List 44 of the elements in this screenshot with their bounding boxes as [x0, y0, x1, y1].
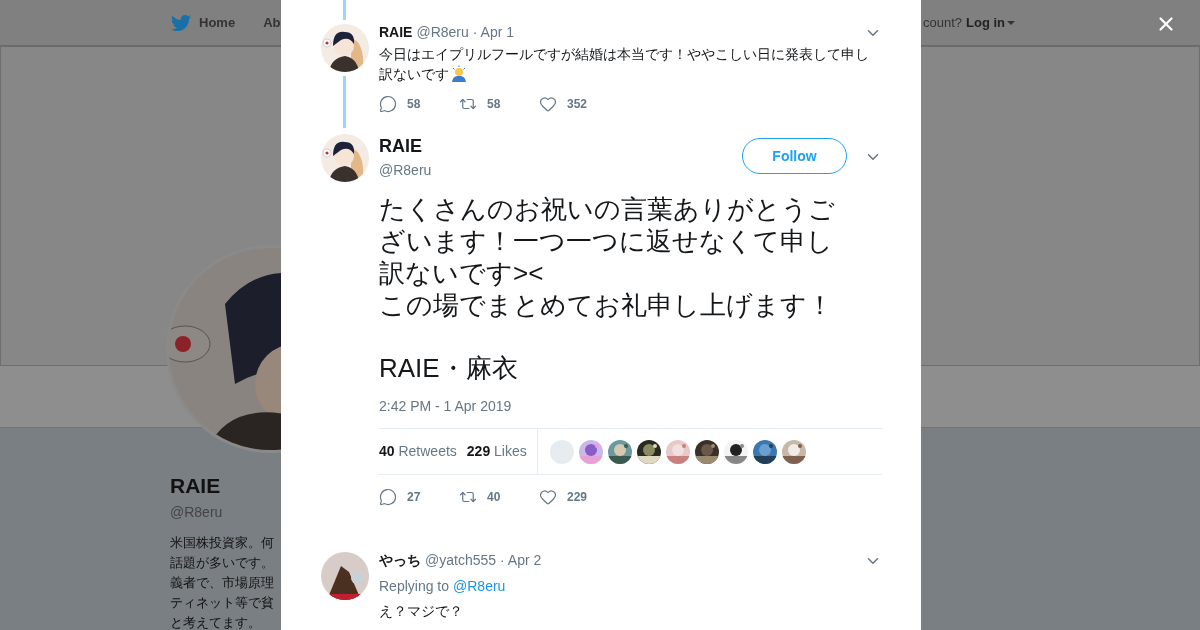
author-name[interactable]: RAIE: [379, 22, 413, 43]
tweet-text-line: RAIE・麻衣: [379, 352, 519, 384]
retweet-count: 58: [487, 96, 501, 113]
like-stat[interactable]: 229 Likes: [466, 441, 527, 462]
tweet-text-line: 今日はエイプリルフールですが結婚は本当です！ややこしい日に発表して申し: [379, 45, 869, 64]
tweet-text: え？マジで？: [379, 602, 464, 621]
login-link[interactable]: Log in: [966, 12, 1005, 33]
like-count: 229: [567, 489, 588, 506]
retweet-count: 40: [487, 489, 501, 506]
author-name[interactable]: RAIE: [379, 134, 432, 158]
like-count: 352: [567, 96, 588, 113]
mention-link[interactable]: @R8eru: [453, 576, 506, 597]
author-name[interactable]: やっち: [379, 550, 421, 571]
bowing-person-icon: [450, 65, 468, 83]
bio-line: 米国株投資家。何: [170, 534, 275, 552]
bio-line: 話題が多いです。: [170, 554, 275, 572]
tweet-date[interactable]: · Apr 1: [472, 22, 515, 43]
tweet-text-line: 訳ないです: [379, 65, 449, 84]
tweet-text-line: ざいます！一つ一つに返せなくて申し: [379, 225, 834, 257]
author-handle[interactable]: @R8eru: [416, 22, 469, 43]
author-handle[interactable]: @R8eru: [379, 160, 432, 181]
bio-line: ティネット等で貧: [170, 594, 275, 612]
caret-icon: [1007, 20, 1015, 25]
bio-line: と考えてます。: [170, 614, 262, 630]
tweet-date[interactable]: · Apr 2: [500, 550, 542, 571]
nav-link[interactable]: Home: [199, 12, 236, 33]
tweet-text-line: たくさんのお祝いの言葉ありがとうご: [379, 193, 836, 225]
retweet-stat[interactable]: 40 Retweets: [379, 441, 457, 462]
tweet-text-line: この場でまとめてお礼申し上げます！: [379, 289, 834, 321]
heart-icon[interactable]: [539, 488, 557, 506]
heart-icon[interactable]: [539, 95, 557, 113]
reply-count: 27: [407, 489, 421, 506]
reply-icon[interactable]: [379, 95, 397, 113]
nav-link[interactable]: Ab: [263, 12, 281, 33]
tweet-timestamp[interactable]: 2:42 PM - 1 Apr 2019: [379, 396, 882, 417]
replying-label: Replying to: [379, 577, 450, 596]
reply-icon[interactable]: [379, 488, 397, 506]
bio-line: 義者で、市場原理: [170, 574, 275, 592]
reply-count: 58: [407, 96, 421, 113]
profile-name: RAIE: [170, 474, 222, 498]
account-prompt: count?: [922, 13, 963, 32]
tweet-text-line: 訳ないです><: [379, 257, 545, 289]
profile-handle: @R8eru: [170, 503, 224, 522]
author-handle[interactable]: @yatch555: [425, 550, 497, 571]
